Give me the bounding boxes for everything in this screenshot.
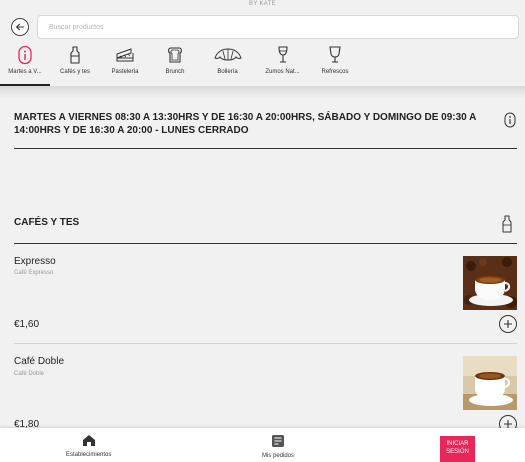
login-label-2: SESIÓN xyxy=(446,449,469,455)
category-label: Cafés y tes xyxy=(59,69,90,75)
nav-label: Mis pedidos xyxy=(262,453,295,459)
coffee-cup-image xyxy=(463,256,517,310)
login-label-1: INICIAR xyxy=(446,441,469,447)
cocktail-glass-icon xyxy=(329,46,341,63)
bottle-icon xyxy=(502,215,512,233)
cake-icon xyxy=(116,48,134,62)
category-bar: Martes a V... Cafés y tes Pastelería Bru… xyxy=(0,42,525,86)
wine-glass-icon xyxy=(277,46,288,63)
divider xyxy=(14,343,517,344)
arrow-left-icon xyxy=(16,23,25,31)
category-label: Pastelería xyxy=(111,69,139,75)
category-label: Martes a V... xyxy=(8,69,42,75)
info-icon xyxy=(18,45,32,65)
divider xyxy=(14,243,517,244)
bottle-icon xyxy=(70,46,80,64)
receipt-icon xyxy=(272,435,284,447)
info-icon xyxy=(504,112,516,128)
home-icon xyxy=(82,435,95,446)
login-button[interactable]: INICIAR SESIÓN xyxy=(440,436,475,462)
category-tab-schedule[interactable]: Martes a V... xyxy=(0,42,50,86)
category-tab-cafes[interactable]: Cafés y tes xyxy=(50,42,100,86)
category-label: Bollería xyxy=(217,69,238,75)
brand-label: BY KATE xyxy=(249,1,276,7)
product-image-expresso[interactable] xyxy=(463,256,517,310)
product-subtitle: Café Expresso xyxy=(14,270,54,276)
page: BY KATE Buscar productos Martes a V... C… xyxy=(0,0,525,462)
divider xyxy=(14,148,517,149)
category-tab-brunch[interactable]: Brunch xyxy=(150,42,200,86)
product-name[interactable]: Café Doble xyxy=(14,356,64,367)
product-price: €1,60 xyxy=(14,319,40,330)
back-button[interactable] xyxy=(11,18,29,36)
coffee-cup-image xyxy=(463,356,517,410)
schedule-text: MARTES A VIERNES 08:30 A 13:30HRS Y DE 1… xyxy=(14,112,477,136)
category-label: Zumos Nat... xyxy=(265,69,300,75)
category-tab-zumos[interactable]: Zumos Nat... xyxy=(255,42,310,86)
search-input[interactable]: Buscar productos xyxy=(37,15,519,39)
bottom-navigation: Establecimientos Mis pedidos INICIAR SES… xyxy=(0,428,525,462)
category-tab-refrescos[interactable]: Refrescos xyxy=(310,42,360,86)
croissant-icon xyxy=(213,48,242,61)
category-tab-pasteleria[interactable]: Pastelería xyxy=(100,42,150,86)
nav-my-orders[interactable]: Mis pedidos xyxy=(262,434,294,459)
nav-label: Establecimientos xyxy=(66,452,112,458)
category-bar-shadow xyxy=(0,86,525,98)
product-image-cafe-doble[interactable] xyxy=(463,356,517,410)
category-label: Brunch xyxy=(165,69,185,75)
search-placeholder: Buscar productos xyxy=(49,23,104,31)
category-label: Refrescos xyxy=(321,69,349,75)
category-tab-bolleria[interactable]: Bollería xyxy=(200,42,255,86)
toast-icon xyxy=(168,47,182,63)
add-to-cart-button[interactable] xyxy=(499,315,517,333)
plus-icon xyxy=(504,320,512,328)
product-name[interactable]: Expresso xyxy=(14,256,56,267)
nav-establishments[interactable]: Establecimientos xyxy=(66,434,111,458)
product-subtitle: Café Doble xyxy=(14,371,45,377)
section-title: CAFÉS Y TES xyxy=(14,217,80,228)
